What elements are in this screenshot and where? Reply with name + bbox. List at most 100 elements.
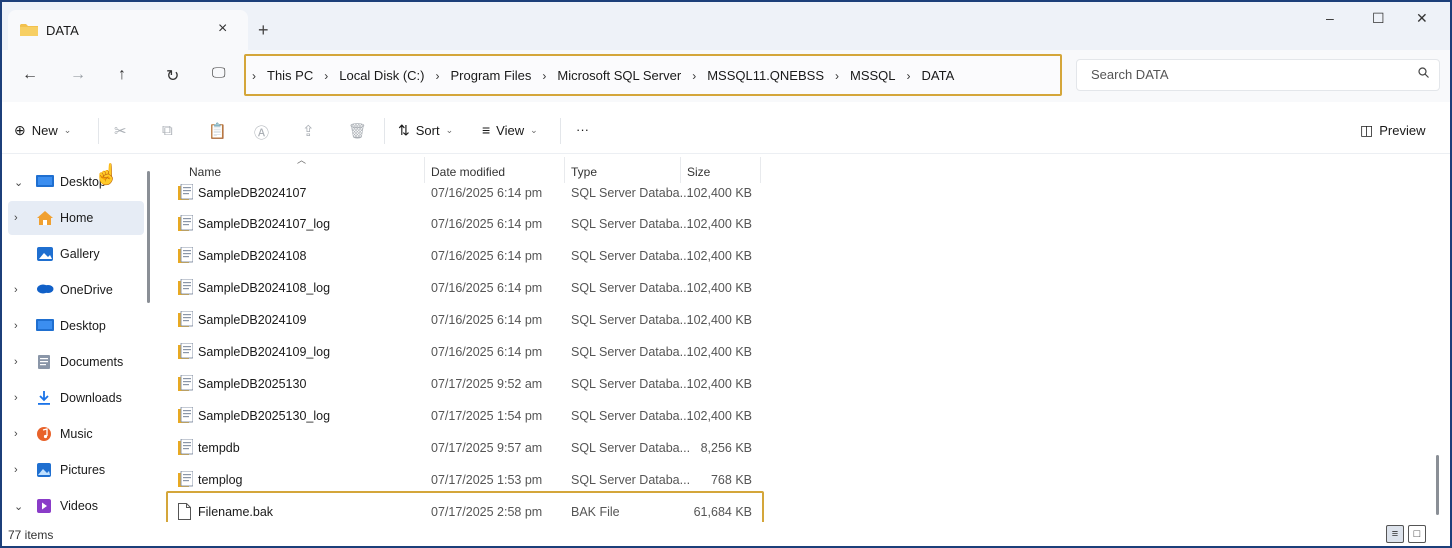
delete-button[interactable]: 🗑: [348, 122, 367, 140]
breadcrumb-item[interactable]: Microsoft SQL Server: [557, 68, 681, 83]
maximize-button[interactable]: ☐: [1372, 10, 1385, 27]
breadcrumb-separator[interactable]: ›: [435, 69, 439, 83]
database-file-icon: [178, 214, 194, 232]
file-date: 07/16/2025 6:14 pm: [431, 345, 543, 359]
chevron-down-icon[interactable]: ⌄: [14, 176, 23, 189]
address-bar[interactable]: › This PC › Local Disk (C:) › Program Files › M…: [244, 54, 1062, 96]
file-list-scrollbar[interactable]: [1436, 455, 1439, 515]
sidebar-item-documents[interactable]: › Documents: [2, 345, 142, 379]
file-row[interactable]: SampleDB2025130_log 07/17/2025 1:54 pm SQL…: [162, 400, 762, 432]
preview-label: Preview: [1379, 123, 1426, 138]
chevron-right-icon[interactable]: ›: [14, 320, 18, 332]
sidebar-item-onedrive[interactable]: › OneDrive: [2, 273, 142, 307]
file-row[interactable]: tempdb 07/17/2025 9:57 am SQL Server Datab…: [162, 432, 762, 464]
file-row[interactable]: SampleDB2025130 07/17/2025 9:52 am SQL Ser…: [162, 368, 762, 400]
chevron-right-icon[interactable]: ›: [14, 392, 18, 404]
music-icon: [36, 426, 54, 442]
sidebar-item-gallery[interactable]: Gallery: [2, 237, 142, 271]
file-row[interactable]: SampleDB2024107 07/16/2025 6:14 pm SQL Ser…: [162, 177, 762, 209]
file-date: 07/16/2025 6:14 pm: [431, 217, 543, 231]
preview-pane-icon: ◫: [1360, 122, 1374, 138]
sidebar-item-home[interactable]: › Home: [8, 201, 144, 235]
file-type: SQL Server Databa...: [571, 186, 691, 200]
breadcrumb-item[interactable]: MSSQL11.QNEBSS: [707, 68, 824, 83]
sort-ascending-icon: ︿: [297, 155, 307, 165]
breadcrumb-separator[interactable]: ›: [542, 69, 546, 83]
file-type: SQL Server Databa...: [571, 345, 691, 359]
file-row[interactable]: SampleDB2024109_log 07/16/2025 6:14 pm SQL…: [162, 336, 762, 368]
breadcrumb-separator[interactable]: ›: [835, 69, 839, 83]
documents-icon: [36, 354, 54, 370]
chevron-right-icon[interactable]: ›: [14, 284, 18, 296]
computer-icon[interactable]: 🖵: [212, 64, 226, 81]
pictures-icon: [36, 462, 54, 478]
breadcrumb-separator[interactable]: ›: [324, 69, 328, 83]
breadcrumb-item[interactable]: This PC: [267, 68, 313, 83]
chevron-right-icon[interactable]: ›: [14, 356, 18, 368]
file-size: 768 KB: [710, 473, 752, 487]
title-bar: DATA × + – ☐ ✕: [2, 2, 1450, 50]
sidebar-item-label: Documents: [60, 355, 124, 369]
sidebar-item-music[interactable]: › Music: [2, 417, 142, 451]
clipboard-icon: 📋: [208, 123, 227, 140]
breadcrumb-item[interactable]: MSSQL: [850, 68, 896, 83]
share-button[interactable]: ⇪: [302, 122, 315, 140]
tiles-view-icon[interactable]: □: [1408, 525, 1426, 543]
file-size: 102,400 KB: [686, 313, 752, 327]
tab-data[interactable]: DATA ×: [8, 10, 248, 50]
refresh-button[interactable]: ↻: [166, 66, 179, 86]
breadcrumb-item[interactable]: Local Disk (C:): [339, 68, 424, 83]
breadcrumb-separator[interactable]: ›: [907, 69, 911, 83]
paste-button[interactable]: 📋: [208, 122, 227, 140]
cut-button[interactable]: ✂: [114, 122, 127, 140]
file-row[interactable]: SampleDB2024109 07/16/2025 6:14 pm SQL Ser…: [162, 304, 762, 336]
database-file-icon: [178, 470, 194, 488]
breadcrumb-item[interactable]: Program Files: [450, 68, 531, 83]
new-button[interactable]: ⊕ New ⌄: [14, 122, 71, 139]
search-icon[interactable]: [1418, 67, 1429, 81]
breadcrumb-item[interactable]: DATA: [922, 68, 955, 83]
forward-button[interactable]: →: [70, 66, 86, 84]
chevron-right-icon[interactable]: ›: [14, 212, 18, 224]
file-name: SampleDB2025130: [198, 377, 307, 391]
file-date: 07/17/2025 1:54 pm: [431, 409, 543, 423]
desktop-icon: [36, 318, 54, 334]
sidebar-item-desktop[interactable]: › Desktop: [2, 309, 142, 343]
new-tab-button[interactable]: +: [258, 20, 269, 41]
sort-button[interactable]: ⇅ Sort ⌄: [398, 122, 453, 139]
new-label: New: [31, 123, 58, 138]
sidebar-item-pictures[interactable]: › Pictures: [2, 453, 142, 487]
close-window-button[interactable]: ✕: [1416, 10, 1428, 27]
file-type: SQL Server Databa...: [571, 249, 691, 263]
view-button[interactable]: ≡ View ⌄: [482, 122, 538, 138]
rename-button[interactable]: Ⓐ: [254, 122, 269, 143]
tab-close-icon[interactable]: ×: [218, 20, 227, 38]
sidebar-item-desktop[interactable]: ⌄ Desktop: [2, 165, 142, 199]
copy-button[interactable]: ⧉: [162, 122, 173, 139]
up-button[interactable]: ↑: [118, 66, 126, 84]
more-options-button[interactable]: ···: [576, 122, 589, 137]
preview-button[interactable]: ◫ Preview: [1360, 122, 1425, 139]
back-button[interactable]: ←: [22, 66, 38, 84]
search-box[interactable]: [1076, 59, 1440, 91]
tab-title: DATA: [46, 23, 79, 38]
sidebar-item-videos[interactable]: ⌄ Videos: [2, 489, 142, 523]
file-type: SQL Server Databa...: [571, 377, 691, 391]
file-size: 102,400 KB: [686, 377, 752, 391]
sidebar-item-label: Pictures: [60, 463, 106, 477]
chevron-down-icon[interactable]: ⌄: [14, 500, 23, 513]
sidebar-item-downloads[interactable]: › Downloads: [2, 381, 142, 415]
file-row[interactable]: SampleDB2024108_log 07/16/2025 6:14 pm SQL…: [162, 272, 762, 304]
breadcrumb-separator[interactable]: ›: [692, 69, 696, 83]
details-view-icon[interactable]: ≡: [1386, 525, 1404, 543]
chevron-right-icon[interactable]: ›: [14, 464, 18, 476]
file-row[interactable]: SampleDB2024107_log 07/16/2025 6:14 pm SQL…: [162, 208, 762, 240]
nav-scrollbar[interactable]: [147, 171, 150, 303]
file-row[interactable]: SampleDB2024108 07/16/2025 6:14 pm SQL Ser…: [162, 240, 762, 272]
command-bar: ⊕ New ⌄ ✂ ⧉ 📋 Ⓐ ⇪ 🗑 ⇅ Sort ⌄ ≡ View ⌄ ··…: [2, 106, 1450, 154]
minimize-button[interactable]: –: [1326, 10, 1334, 26]
breadcrumb-separator[interactable]: ›: [252, 69, 256, 83]
search-input[interactable]: [1091, 67, 1391, 82]
rename-icon: Ⓐ: [254, 125, 270, 142]
chevron-right-icon[interactable]: ›: [14, 428, 18, 440]
